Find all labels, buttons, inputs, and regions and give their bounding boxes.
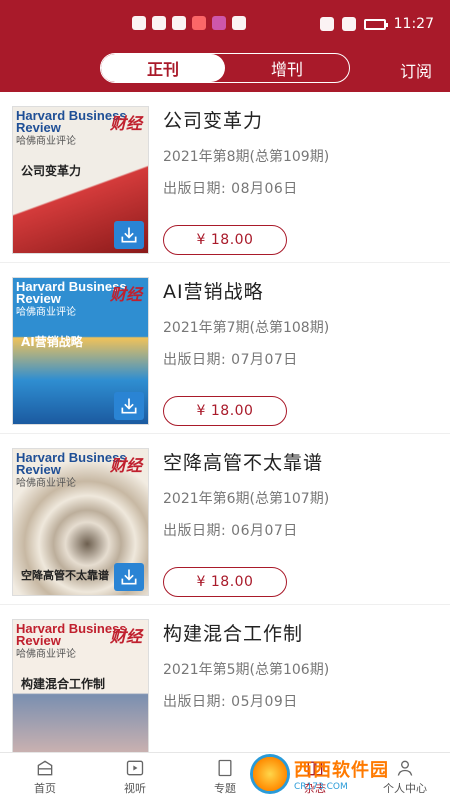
issue-title[interactable]: AI营销战略 — [163, 277, 329, 304]
upload-icon — [232, 16, 246, 30]
publish-date: 出版日期: 07月07日 — [163, 352, 298, 368]
notification-icons — [132, 16, 246, 30]
buy-price-button[interactable]: ¥ 18.00 — [163, 396, 287, 426]
list-item[interactable]: Harvard Business Review 哈佛商业评论 财经 AI营销战略 … — [0, 263, 450, 434]
tab-supplement[interactable]: 增刊 — [225, 54, 349, 82]
issue-info: 公司变革力 2021年第8期(总第109期) 出版日期: 08月06日 — [163, 106, 329, 198]
watermark-text: 西西软件园 CR173.COM — [294, 756, 389, 792]
cover-logo: 财经 — [109, 456, 142, 475]
download-button[interactable] — [114, 221, 144, 249]
issue-info: AI营销战略 2021年第7期(总第108期) 出版日期: 07月07日 — [163, 277, 329, 369]
issue-title[interactable]: 空降高管不太靠谱 — [163, 448, 329, 475]
mute-icon — [341, 17, 356, 31]
cover-headline: 空降高管不太靠谱 — [21, 569, 109, 582]
status-bar: 11:27 — [0, 14, 450, 36]
eye-icon — [319, 17, 334, 31]
clock: 11:27 — [393, 16, 434, 32]
issue-title[interactable]: 构建混合工作制 — [163, 619, 329, 646]
cover-headline: AI营销战略 — [21, 335, 83, 349]
app-notification-icon — [192, 16, 206, 30]
buy-price-button[interactable]: ¥ 18.00 — [163, 225, 287, 255]
magazine-cover[interactable]: Harvard Business Review 哈佛商业评论 财经 AI营销战略 — [12, 277, 149, 425]
list-item[interactable]: Harvard Business Review 哈佛商业评论 财经 空降高管不太靠… — [0, 434, 450, 605]
watermark-main: 西西软件园 — [294, 760, 389, 781]
list-item[interactable]: Harvard Business Review 哈佛商业评论 财经 构建混合工作制… — [0, 605, 450, 776]
issue-number: 2021年第5期(总第106期) — [163, 662, 330, 678]
magazine-cover[interactable]: Harvard Business Review 哈佛商业评论 财经 构建混合工作制 — [12, 619, 149, 767]
cover-logo: 财经 — [109, 627, 142, 646]
watermark-sub: CR173.COM — [294, 782, 348, 792]
list-item[interactable]: Harvard Business Review 哈佛商业评论 财经 公司变革力 公… — [0, 92, 450, 263]
download-button[interactable] — [114, 392, 144, 420]
system-icons: 11:27 — [319, 16, 434, 32]
issue-title[interactable]: 公司变革力 — [163, 106, 329, 133]
issue-list: Harvard Business Review 哈佛商业评论 财经 公司变革力 公… — [0, 92, 450, 776]
nav-video-label: 视听 — [124, 781, 146, 795]
download-button[interactable] — [114, 563, 144, 591]
nav-home[interactable]: 首页 — [0, 753, 90, 800]
app-header: 11:27 正刊 增刊 订阅 — [0, 0, 450, 92]
edition-switch: 正刊 增刊 — [100, 53, 350, 83]
issue-number: 2021年第7期(总第108期) — [163, 320, 330, 336]
magazine-cover[interactable]: Harvard Business Review 哈佛商业评论 财经 公司变革力 — [12, 106, 149, 254]
app-notification-icon-2 — [212, 16, 226, 30]
subscribe-button[interactable]: 订阅 — [400, 58, 432, 82]
nav-home-label: 首页 — [34, 781, 56, 795]
wifi-icon — [152, 16, 166, 30]
issue-number: 2021年第6期(总第107期) — [163, 491, 330, 507]
download-icon — [121, 569, 137, 585]
buy-price-button[interactable]: ¥ 18.00 — [163, 567, 287, 597]
cover-logo: 财经 — [109, 114, 142, 133]
cover-headline: 构建混合工作制 — [21, 677, 106, 691]
video-icon — [126, 760, 144, 775]
issue-info: 空降高管不太靠谱 2021年第6期(总第107期) 出版日期: 06月07日 — [163, 448, 329, 540]
battery-icon — [363, 18, 388, 30]
magazine-cover[interactable]: Harvard Business Review 哈佛商业评论 财经 空降高管不太靠… — [12, 448, 149, 596]
watermark-logo-icon — [250, 754, 290, 794]
tab-regular[interactable]: 正刊 — [101, 54, 225, 82]
nav-topic-label: 专题 — [214, 781, 236, 795]
download-icon — [121, 227, 137, 243]
publish-date: 出版日期: 05月09日 — [163, 694, 298, 710]
cover-headline: 公司变革力 — [21, 164, 82, 178]
issue-number: 2021年第8期(总第109期) — [163, 149, 330, 165]
publish-date: 出版日期: 06月07日 — [163, 523, 298, 539]
site-watermark: 西西软件园 CR173.COM — [250, 754, 430, 794]
cover-logo: 财经 — [109, 285, 142, 304]
alert-icon — [132, 16, 146, 30]
nav-video[interactable]: 视听 — [90, 753, 180, 800]
publish-date: 出版日期: 08月06日 — [163, 181, 298, 197]
download-icon — [121, 398, 137, 414]
issue-info: 构建混合工作制 2021年第5期(总第106期) 出版日期: 05月09日 — [163, 619, 329, 711]
home-icon — [37, 760, 53, 775]
cloud-icon — [172, 16, 186, 30]
topic-icon — [218, 759, 232, 776]
